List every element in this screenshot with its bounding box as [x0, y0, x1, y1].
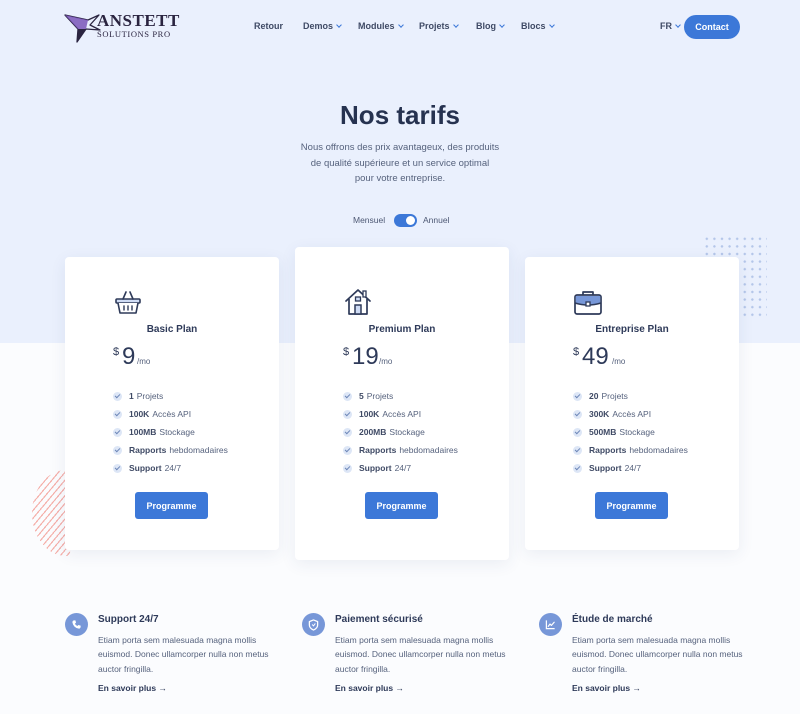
- billing-toggle[interactable]: [394, 214, 417, 227]
- programme-button[interactable]: Programme: [365, 492, 438, 519]
- shield-icon: [302, 613, 325, 636]
- check-icon: [113, 409, 122, 419]
- chevron-down-icon: [452, 21, 459, 28]
- feature-item: 1 Projets: [113, 387, 228, 405]
- feature-item: Support 24/7: [573, 459, 688, 477]
- chart-icon: [539, 613, 562, 636]
- feature-item: 100K Accès API: [113, 405, 228, 423]
- plan-period: /mo: [379, 357, 393, 366]
- plan-currency: $: [343, 346, 350, 358]
- nav-retour[interactable]: Retour: [254, 21, 283, 31]
- toggle-knob: [406, 216, 415, 225]
- billing-switch: Mensuel Annuel: [0, 213, 800, 229]
- plan-name: Premium Plan: [368, 324, 436, 335]
- feature-item: 300K Accès API: [573, 405, 688, 423]
- plan-features: 1 Projets 100K Accès API 100MB Stockage Rap…: [113, 387, 228, 477]
- check-icon: [573, 445, 582, 455]
- plan-features: 5 Projets 100K Accès API 200MB Stockage Rap…: [343, 387, 458, 477]
- check-icon: [573, 409, 582, 419]
- feature-title: Étude de marché: [572, 614, 653, 625]
- page-subtitle: Nous offrons des prix avantageux, des pr…: [300, 142, 500, 184]
- plan-card-premium: Premium Plan $ 19 /mo 5 Projets 100K Accès…: [295, 247, 509, 560]
- check-icon: [343, 463, 352, 473]
- plan-currency: $: [113, 346, 120, 358]
- feature-item: 5 Projets: [343, 387, 458, 405]
- feature-description: Etiam porta sem malesuada magna mollis e…: [572, 635, 743, 674]
- check-icon: [343, 391, 352, 401]
- check-icon: [113, 463, 122, 473]
- plan-amount: 9: [122, 343, 136, 370]
- billing-yearly-label[interactable]: Annuel: [423, 215, 449, 225]
- feature-title: Support 24/7: [98, 614, 159, 625]
- nav-blocs[interactable]: Blocs: [521, 21, 555, 31]
- nav-label: Blog: [476, 21, 496, 31]
- phone-icon: [65, 613, 88, 636]
- check-icon: [573, 391, 582, 401]
- contact-button[interactable]: Contact: [684, 15, 740, 39]
- feature-item: Support 24/7: [113, 459, 228, 477]
- house-icon: [345, 289, 371, 315]
- plan-period: /mo: [612, 357, 626, 366]
- plan-currency: $: [573, 346, 580, 358]
- basket-icon: [115, 291, 141, 314]
- feature-item: 100MB Stockage: [113, 423, 228, 441]
- plan-card-basic: Basic Plan $ 9 /mo 1 Projets 100K Accès AP…: [65, 257, 279, 550]
- plan-period: /mo: [137, 357, 151, 366]
- main-nav: Retour Demos Modules Projets Blog Blocs …: [0, 21, 800, 35]
- nav-label: Retour: [254, 21, 283, 31]
- nav-projets[interactable]: Projets: [419, 21, 459, 31]
- feature-description: Etiam porta sem malesuada magna mollis e…: [335, 635, 506, 674]
- chevron-down-icon: [548, 21, 555, 28]
- check-icon: [573, 427, 582, 437]
- feature-title: Paiement sécurisé: [335, 614, 423, 625]
- check-icon: [343, 445, 352, 455]
- learn-more-link[interactable]: En savoir plus →: [98, 683, 167, 693]
- nav-demos[interactable]: Demos: [303, 21, 342, 31]
- feature-item: 500MB Stockage: [573, 423, 688, 441]
- billing-monthly-label[interactable]: Mensuel: [353, 215, 385, 225]
- language-selector[interactable]: FR: [660, 21, 681, 31]
- page-title: Nos tarifs: [340, 100, 460, 130]
- nav-label: Demos: [303, 21, 334, 31]
- nav-blog[interactable]: Blog: [476, 21, 505, 31]
- learn-more-link[interactable]: En savoir plus →: [572, 683, 641, 693]
- chevron-down-icon: [675, 21, 681, 28]
- plan-features: 20 Projets 300K Accès API 500MB Stockage Ra…: [573, 387, 688, 477]
- check-icon: [113, 445, 122, 455]
- learn-more-link[interactable]: En savoir plus →: [335, 683, 404, 693]
- plan-amount: 19: [352, 343, 379, 370]
- plan-amount: 49: [582, 343, 609, 370]
- feature-item: Rapports hebdomadaires: [573, 441, 688, 459]
- plan-name: Basic Plan: [146, 324, 198, 335]
- check-icon: [113, 427, 122, 437]
- programme-button[interactable]: Programme: [595, 492, 668, 519]
- nav-label: Projets: [419, 21, 450, 31]
- chevron-down-icon: [336, 21, 342, 28]
- check-icon: [113, 391, 122, 401]
- feature-item: 20 Projets: [573, 387, 688, 405]
- language-label: FR: [660, 21, 672, 31]
- nav-label: Modules: [358, 21, 395, 31]
- check-icon: [573, 463, 582, 473]
- nav-modules[interactable]: Modules: [358, 21, 404, 31]
- feature-item: Rapports hebdomadaires: [343, 441, 458, 459]
- plan-name: Entreprise Plan: [595, 324, 669, 335]
- feature-item: Rapports hebdomadaires: [113, 441, 228, 459]
- check-icon: [343, 409, 352, 419]
- chevron-down-icon: [499, 21, 505, 28]
- feature-item: Support 24/7: [343, 459, 458, 477]
- chevron-down-icon: [397, 21, 404, 28]
- plan-card-entreprise: Entreprise Plan $ 49 /mo 20 Projets 300K A…: [525, 257, 739, 550]
- feature-description: Etiam porta sem malesuada magna mollis e…: [98, 635, 269, 674]
- programme-button[interactable]: Programme: [135, 492, 208, 519]
- feature-item: 100K Accès API: [343, 405, 458, 423]
- check-icon: [343, 427, 352, 437]
- briefcase-icon: [574, 291, 602, 315]
- feature-item: 200MB Stockage: [343, 423, 458, 441]
- nav-label: Blocs: [521, 21, 546, 31]
